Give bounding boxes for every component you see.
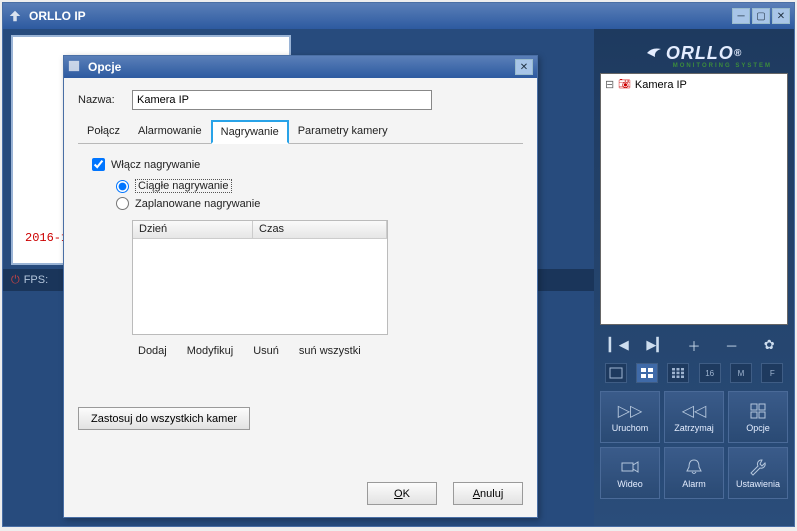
layout-4[interactable] bbox=[636, 363, 658, 383]
app-title: ORLLO IP bbox=[29, 9, 732, 23]
tab-params[interactable]: Parametry kamery bbox=[289, 120, 397, 143]
fps-label: FPS: bbox=[24, 274, 48, 286]
power-icon: ⏻ bbox=[11, 274, 20, 287]
playback-controls: ▎◀ ▶▎ ＋ － ✿ bbox=[600, 331, 788, 359]
camera-icon: 📷︎ bbox=[618, 79, 631, 90]
tab-recording[interactable]: Nagrywanie bbox=[211, 120, 289, 144]
dialog-title: Opcje bbox=[88, 60, 515, 74]
brand-subtitle: MONITORING SYSTEM bbox=[673, 63, 772, 69]
close-button[interactable]: ✕ bbox=[772, 8, 790, 24]
tab-connect[interactable]: Połącz bbox=[78, 120, 129, 143]
action-grid: ▷▷ Uruchom ◁◁ Zatrzymaj Opcje bbox=[600, 391, 788, 499]
schedule-remove-all[interactable]: suń wszystki bbox=[299, 345, 361, 357]
apply-all-button[interactable]: Zastosuj do wszystkich kamer bbox=[78, 407, 250, 430]
remove-icon[interactable]: － bbox=[722, 335, 742, 355]
schedule-add[interactable]: Dodaj bbox=[138, 345, 167, 357]
dialog-titlebar[interactable]: Opcje ✕ bbox=[64, 56, 537, 78]
ok-button[interactable]: OK bbox=[367, 482, 437, 505]
dialog-icon bbox=[68, 60, 82, 74]
cancel-button[interactable]: Anuluj bbox=[453, 482, 523, 505]
hawk-icon bbox=[646, 45, 662, 61]
options-icon bbox=[748, 401, 768, 421]
gear-icon[interactable]: ✿ bbox=[759, 335, 779, 355]
layout-16[interactable]: 16 bbox=[699, 363, 721, 383]
scheduled-label: Zaplanowane nagrywanie bbox=[135, 198, 260, 210]
options-dialog: Opcje ✕ Nazwa: Połącz Alarmowanie Nagryw… bbox=[63, 55, 538, 518]
next-icon[interactable]: ▶▎ bbox=[646, 335, 666, 355]
maximize-button[interactable]: ▢ bbox=[752, 8, 770, 24]
action-stop[interactable]: ◁◁ Zatrzymaj bbox=[664, 391, 724, 443]
video-area: 2016-1 ⏻ FPS: Opcje ✕ bbox=[3, 29, 594, 526]
video-icon bbox=[620, 457, 640, 477]
layout-f[interactable]: F bbox=[761, 363, 783, 383]
tree-item-label: Kamera IP bbox=[635, 79, 687, 91]
dialog-tabs: Połącz Alarmowanie Nagrywanie Parametry … bbox=[78, 120, 523, 144]
enable-recording-label: Włącz nagrywanie bbox=[111, 159, 200, 171]
continuous-radio[interactable] bbox=[116, 180, 129, 193]
minimize-button[interactable]: ─ bbox=[732, 8, 750, 24]
name-input[interactable] bbox=[132, 90, 432, 110]
side-panel: ORLLO ® MONITORING SYSTEM ⊟ 📷︎ Kamera IP… bbox=[594, 29, 794, 526]
action-run[interactable]: ▷▷ Uruchom bbox=[600, 391, 660, 443]
action-settings[interactable]: Ustawienia bbox=[728, 447, 788, 499]
tree-connector-icon: ⊟ bbox=[605, 78, 614, 91]
bell-icon bbox=[684, 457, 704, 477]
main-window: ORLLO IP ─ ▢ ✕ 2016-1 ⏻ FPS: bbox=[2, 2, 795, 527]
dialog-close-button[interactable]: ✕ bbox=[515, 59, 533, 75]
layout-9[interactable] bbox=[667, 363, 689, 383]
registered-mark: ® bbox=[734, 48, 742, 59]
continuous-label: Ciągłe nagrywanie bbox=[135, 179, 232, 193]
schedule-table[interactable]: Dzień Czas bbox=[132, 220, 388, 335]
main-titlebar[interactable]: ORLLO IP ─ ▢ ✕ bbox=[3, 3, 794, 29]
video-timestamp: 2016-1 bbox=[25, 231, 68, 245]
brand-logo: ORLLO ® MONITORING SYSTEM bbox=[600, 33, 788, 73]
col-day: Dzień bbox=[133, 221, 253, 238]
wrench-icon bbox=[748, 457, 768, 477]
enable-recording-checkbox[interactable] bbox=[92, 158, 105, 171]
tree-item-camera[interactable]: ⊟ 📷︎ Kamera IP bbox=[605, 78, 783, 91]
play-icon: ▷▷ bbox=[620, 401, 640, 421]
action-options[interactable]: Opcje bbox=[728, 391, 788, 443]
add-icon[interactable]: ＋ bbox=[684, 335, 704, 355]
layout-m[interactable]: M bbox=[730, 363, 752, 383]
layout-buttons: 16 M F bbox=[600, 359, 788, 387]
layout-1[interactable] bbox=[605, 363, 627, 383]
prev-icon[interactable]: ▎◀ bbox=[609, 335, 629, 355]
device-tree[interactable]: ⊟ 📷︎ Kamera IP bbox=[600, 73, 788, 325]
col-time: Czas bbox=[253, 221, 387, 238]
scheduled-radio[interactable] bbox=[116, 197, 129, 210]
action-alarm[interactable]: Alarm bbox=[664, 447, 724, 499]
action-video[interactable]: Wideo bbox=[600, 447, 660, 499]
stop-icon: ◁◁ bbox=[684, 401, 704, 421]
schedule-modify[interactable]: Modyfikuj bbox=[187, 345, 233, 357]
name-label: Nazwa: bbox=[78, 94, 124, 106]
app-icon bbox=[7, 8, 23, 24]
schedule-remove[interactable]: Usuń bbox=[253, 345, 279, 357]
tab-alarm[interactable]: Alarmowanie bbox=[129, 120, 211, 143]
